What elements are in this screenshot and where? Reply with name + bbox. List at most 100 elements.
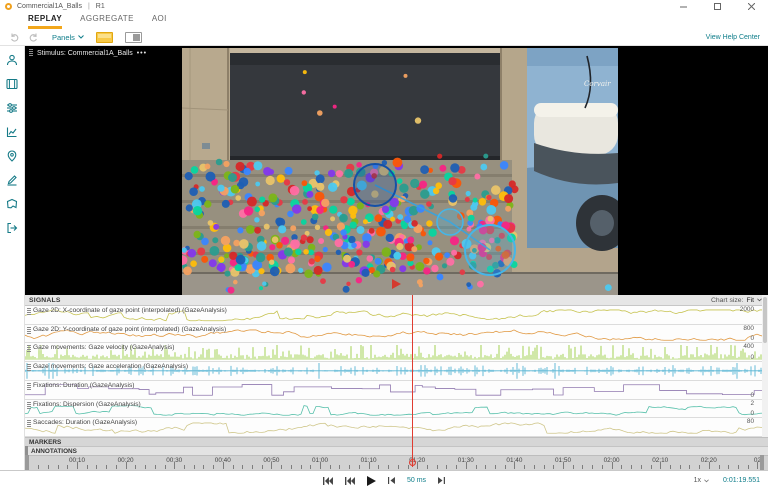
gaze-fixation-circle-3	[465, 225, 515, 275]
tab-aggregate[interactable]: AGGREGATE	[80, 14, 134, 29]
layout-horizontal-toggle[interactable]	[96, 32, 113, 43]
step-forward-button[interactable]	[438, 477, 445, 484]
participant-icon[interactable]	[6, 53, 19, 66]
ruler-tick	[738, 465, 739, 469]
signal-row[interactable]: Fixations: Duration (GazeAnalysis) 0	[25, 381, 768, 400]
signals-title: SIGNALS	[29, 297, 61, 304]
skip-to-start-button[interactable]	[323, 477, 333, 485]
ruler-tick	[339, 465, 340, 469]
ruler-tick	[689, 465, 690, 469]
timeline-ruler[interactable]: 00:1000:2000:3000:4000:5001:0001:1001:20…	[25, 455, 768, 470]
drag-handle-icon[interactable]	[27, 383, 31, 391]
signal-row[interactable]: Gaze movements: Gaze velocity (GazeAnaly…	[25, 343, 768, 362]
drag-handle-icon[interactable]	[29, 49, 33, 57]
chevron-down-icon	[704, 479, 709, 483]
tab-replay[interactable]: REPLAY	[28, 14, 62, 29]
speed-value: 1x	[694, 477, 701, 484]
scrollbar-thumb[interactable]	[763, 297, 767, 343]
ruler-tick	[505, 465, 506, 469]
ruler-tick	[310, 465, 311, 469]
ruler-tick	[106, 465, 107, 469]
ruler-tick	[203, 465, 204, 469]
ruler-tick	[184, 465, 185, 469]
panels-dropdown[interactable]: Panels	[52, 33, 84, 42]
playhead-knob[interactable]	[409, 459, 416, 466]
drag-handle-icon[interactable]	[27, 308, 31, 316]
playhead-line[interactable]	[412, 295, 413, 467]
signal-scale-min: 0	[750, 410, 754, 417]
ruler-tick-label: 00:30	[166, 457, 182, 464]
drag-handle-icon[interactable]	[27, 327, 31, 335]
gaze-point-dot	[437, 274, 444, 281]
car-brand-text: Corvair	[584, 80, 611, 88]
drag-handle-icon[interactable]	[27, 420, 31, 428]
gaze-fixation-circle-2	[437, 209, 463, 235]
annotations-grip[interactable]	[25, 446, 28, 455]
help-center-link[interactable]: View Help Center	[706, 34, 760, 41]
settings-sliders-icon[interactable]	[6, 101, 19, 114]
ruler-tick	[670, 465, 671, 469]
ruler-tick-label: 01:10	[361, 457, 377, 464]
video-replay-area[interactable]: Stimulus: Commercial1A_Balls •••	[25, 46, 768, 295]
maximize-button[interactable]	[700, 0, 734, 12]
signals-scrollbar[interactable]	[762, 295, 768, 437]
undo-icon[interactable]	[10, 33, 19, 42]
stimulus-label-row: Stimulus: Commercial1A_Balls •••	[29, 49, 147, 57]
ruler-tick	[252, 465, 253, 469]
previous-event-button[interactable]	[345, 477, 355, 485]
ruler-tick	[398, 465, 399, 469]
ruler-tick-label: 02:20	[701, 457, 717, 464]
annotate-pen-icon[interactable]	[6, 173, 19, 186]
signal-row[interactable]: Gaze 2D: Y-coordinate of gaze point (int…	[25, 325, 768, 344]
play-button[interactable]	[367, 476, 376, 486]
playback-speed-dropdown[interactable]: 1x	[694, 477, 709, 484]
stimulus-menu-icon[interactable]: •••	[137, 50, 147, 57]
ruler-tick	[233, 465, 234, 469]
signal-row[interactable]: Gaze movements: Gaze acceleration (GazeA…	[25, 362, 768, 381]
redo-icon[interactable]	[29, 33, 38, 42]
ruler-tick	[58, 465, 59, 469]
drag-handle-icon[interactable]	[27, 364, 31, 372]
signal-row[interactable]: Saccades: Duration (GazeAnalysis) 80	[25, 418, 768, 437]
ruler-tick	[378, 465, 379, 469]
tab-aoi[interactable]: AOI	[152, 14, 167, 29]
close-button[interactable]	[734, 0, 768, 12]
metrics-chart-icon[interactable]	[6, 125, 19, 138]
recordings-icon[interactable]	[6, 77, 19, 90]
ruler-tick-label: 00:10	[69, 457, 85, 464]
ruler-tick	[544, 465, 545, 469]
signal-row[interactable]: Gaze 2D: X-coordinate of gaze point (int…	[25, 306, 768, 325]
scene-doorway	[230, 53, 500, 163]
playback-controls: 50 ms	[323, 471, 445, 489]
ruler-tick	[621, 465, 622, 469]
layout-vertical-toggle[interactable]	[125, 32, 142, 43]
step-size-label[interactable]: 50 ms	[407, 477, 426, 484]
ruler-tick-label: 02:00	[604, 457, 620, 464]
signal-row[interactable]: Fixations: Dispersion (GazeAnalysis) 2 0	[25, 400, 768, 419]
ruler-tick	[427, 465, 428, 469]
signal-label: Gaze 2D: Y-coordinate of gaze point (int…	[33, 326, 226, 333]
timeline-end-handle[interactable]	[760, 455, 764, 470]
ruler-tick	[165, 465, 166, 469]
ruler-tick	[553, 465, 554, 469]
timeline-start-handle[interactable]	[25, 455, 29, 470]
step-back-button[interactable]	[388, 477, 395, 484]
ruler-tick	[651, 465, 652, 469]
panels-label: Panels	[52, 33, 75, 42]
ruler-tick	[680, 465, 681, 469]
chart-size-dropdown[interactable]: Chart size: Fit	[711, 297, 762, 304]
map-pin-icon[interactable]	[6, 149, 19, 162]
ruler-tick	[485, 465, 486, 469]
aoi-shape-icon[interactable]	[6, 197, 19, 210]
ruler-tick	[213, 465, 214, 469]
drag-handle-icon[interactable]	[27, 402, 31, 410]
minimize-button[interactable]	[666, 0, 700, 12]
chart-size-value: Fit	[746, 297, 754, 304]
ruler-tick	[748, 465, 749, 469]
drag-handle-icon[interactable]	[27, 345, 31, 353]
toolbar: Panels View Help Center	[0, 29, 768, 46]
ruler-tick	[262, 465, 263, 469]
export-icon[interactable]	[6, 221, 19, 234]
signal-label: Gaze 2D: X-coordinate of gaze point (int…	[33, 307, 227, 314]
signal-label: Gaze movements: Gaze velocity (GazeAnaly…	[33, 344, 174, 351]
